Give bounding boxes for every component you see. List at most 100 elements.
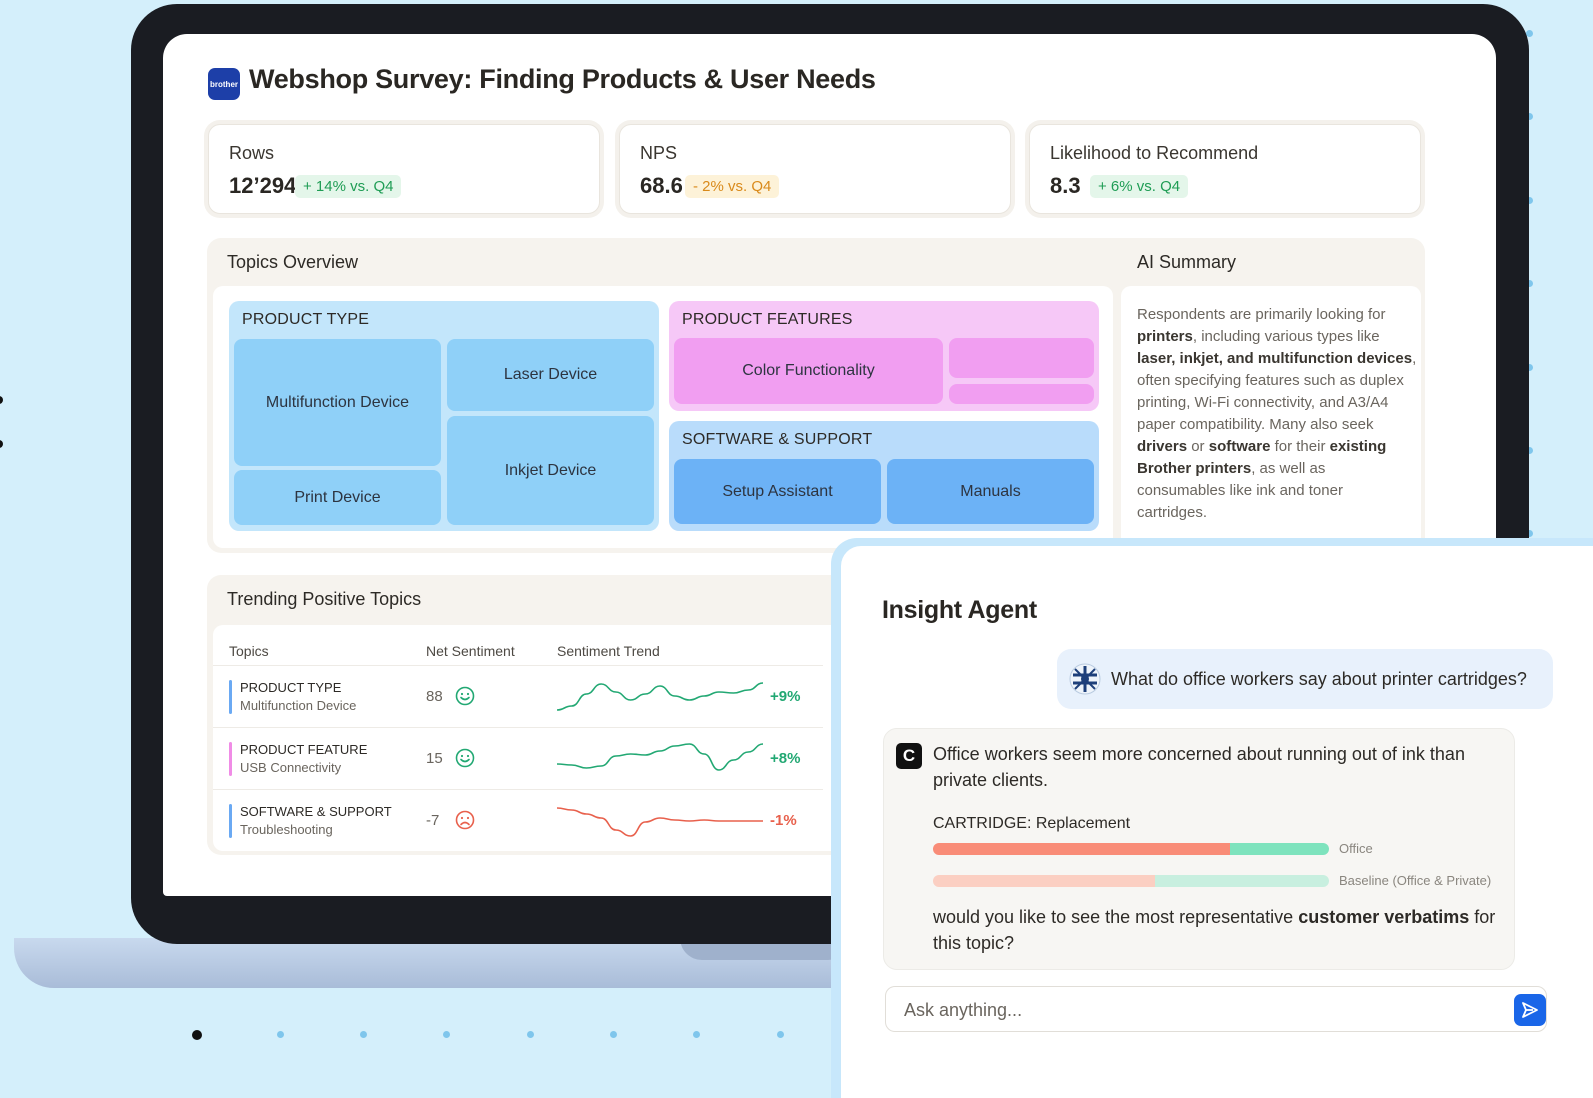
sparkline bbox=[556, 807, 763, 837]
bar-label-office: Office bbox=[1339, 841, 1373, 856]
tile-setup-assistant[interactable]: Setup Assistant bbox=[674, 459, 881, 524]
row-topic: Multifunction Device bbox=[240, 698, 357, 713]
category-color-bar bbox=[229, 680, 232, 714]
kpi-label: NPS bbox=[640, 143, 678, 163]
kpi-value: 12’294 bbox=[229, 173, 297, 198]
row-category: PRODUCT FEATURE bbox=[240, 742, 368, 757]
send-icon bbox=[1522, 1002, 1538, 1018]
ai-summary-title: AI Summary bbox=[1137, 252, 1237, 272]
kpi-value: 8.3 bbox=[1050, 173, 1081, 198]
tile-inkjet-device[interactable]: Inkjet Device bbox=[447, 416, 654, 525]
row-category: PRODUCT TYPE bbox=[240, 680, 342, 695]
row-trend-delta: +9% bbox=[770, 688, 801, 705]
baseline-comparison-bar bbox=[933, 875, 1329, 887]
followup-text: would you like to see the most represent… bbox=[933, 907, 1299, 927]
tile-feature-unlabeled[interactable] bbox=[949, 384, 1094, 404]
column-header-sentiment-trend: Sentiment Trend bbox=[557, 643, 660, 659]
column-header-net-sentiment: Net Sentiment bbox=[426, 643, 515, 659]
bar-segment-negative bbox=[933, 843, 1230, 855]
insight-agent-panel: Insight Agent What do office workers say… bbox=[831, 538, 1593, 1098]
row-net-sentiment: -7 bbox=[426, 812, 440, 829]
sparkline bbox=[556, 743, 764, 771]
agent-reply-card: C Office workers seem more concerned abo… bbox=[883, 728, 1515, 970]
breakdown-label: CARTRIDGE: Replacement bbox=[933, 815, 1131, 832]
office-comparison-bar bbox=[933, 843, 1329, 855]
kpi-delta-badge: + 6% vs. Q4 bbox=[1090, 175, 1189, 198]
agent-title: Insight Agent bbox=[882, 596, 1037, 624]
ai-summary-card: Respondents are primarily looking for pr… bbox=[1121, 286, 1421, 548]
kpi-card-rows[interactable]: Rows 12’294 + 14% vs. Q4 bbox=[208, 124, 600, 214]
category-color-bar bbox=[229, 742, 232, 776]
ai-summary-text: Respondents are primarily looking for pr… bbox=[1137, 304, 1417, 524]
smiley-icon bbox=[455, 686, 475, 706]
group-software-support: SOFTWARE & SUPPORT Setup Assistant Manua… bbox=[669, 421, 1099, 531]
bar-segment-negative bbox=[933, 875, 1155, 887]
table-row[interactable]: PRODUCT TYPE Multifunction Device 88 +9% bbox=[213, 665, 823, 728]
summary-bold: software bbox=[1208, 438, 1271, 455]
brand-logo: brother bbox=[208, 68, 240, 100]
summary-bold: drivers bbox=[1137, 438, 1188, 455]
row-topic: Troubleshooting bbox=[240, 822, 333, 837]
trending-topics-table: Topics Net Sentiment Sentiment Trend PRO… bbox=[213, 625, 903, 851]
group-product-type: PRODUCT TYPE Multifunction Device Laser … bbox=[229, 301, 659, 531]
group-product-features: PRODUCT FEATURES Color Functionality bbox=[669, 301, 1099, 411]
user-message-text: What do office workers say about printer… bbox=[1111, 669, 1527, 689]
tile-color-functionality[interactable]: Color Functionality bbox=[674, 338, 943, 404]
tile-manuals[interactable]: Manuals bbox=[887, 459, 1094, 524]
agent-logo-icon: C bbox=[896, 743, 922, 769]
summary-text: or bbox=[1187, 438, 1209, 455]
sparkline-path bbox=[556, 682, 764, 711]
smiley-icon bbox=[455, 748, 475, 768]
insight-agent-body: Insight Agent What do office workers say… bbox=[841, 546, 1593, 1098]
summary-bold: laser, inkjet, and multifunction devices bbox=[1137, 350, 1413, 367]
frown-icon bbox=[455, 810, 475, 830]
summary-text: , including various types like bbox=[1192, 328, 1380, 345]
agent-followup-text: would you like to see the most represent… bbox=[933, 904, 1503, 956]
tile-feature-unlabeled[interactable] bbox=[949, 338, 1094, 378]
sparkline-path bbox=[556, 807, 763, 837]
table-row[interactable]: PRODUCT FEATURE USB Connectivity 15 +8% bbox=[213, 727, 823, 790]
ask-input[interactable] bbox=[902, 996, 1496, 1024]
category-color-bar bbox=[229, 804, 232, 838]
column-header-topics: Topics bbox=[229, 643, 269, 659]
summary-text: Respondents are primarily looking for bbox=[1137, 306, 1386, 323]
row-topic: USB Connectivity bbox=[240, 760, 342, 775]
table-row[interactable]: SOFTWARE & SUPPORT Troubleshooting -7 -1… bbox=[213, 789, 823, 852]
row-trend-delta: +8% bbox=[770, 750, 801, 767]
row-net-sentiment: 15 bbox=[426, 750, 443, 767]
tile-multifunction-device[interactable]: Multifunction Device bbox=[234, 339, 441, 466]
bar-segment-positive bbox=[1230, 843, 1329, 855]
kpi-label: Rows bbox=[229, 143, 275, 163]
topics-treemap: PRODUCT TYPE Multifunction Device Laser … bbox=[213, 286, 1113, 548]
tile-print-device[interactable]: Print Device bbox=[234, 470, 441, 525]
kpi-card-likelihood[interactable]: Likelihood to Recommend 8.3 + 6% vs. Q4 bbox=[1029, 124, 1421, 214]
bar-label-baseline: Baseline (Office & Private) bbox=[1339, 873, 1492, 888]
summary-bold: printers bbox=[1137, 328, 1193, 345]
user-message-bubble: What do office workers say about printer… bbox=[1057, 649, 1553, 709]
kpi-label: Likelihood to Recommend bbox=[1050, 143, 1259, 163]
summary-text: for their bbox=[1270, 438, 1330, 455]
kpi-delta-badge: - 2% vs. Q4 bbox=[685, 175, 780, 198]
trending-topics-panel: Trending Positive Topics Topics Net Sent… bbox=[207, 575, 907, 855]
group-label: SOFTWARE & SUPPORT bbox=[682, 431, 873, 448]
sparkline-path bbox=[556, 743, 764, 771]
user-avatar-icon bbox=[1069, 663, 1101, 695]
group-label: PRODUCT TYPE bbox=[242, 311, 370, 328]
row-net-sentiment: 88 bbox=[426, 688, 443, 705]
followup-bold: customer verbatims bbox=[1298, 907, 1470, 927]
trending-topics-title: Trending Positive Topics bbox=[227, 589, 422, 609]
page-title: Webshop Survey: Finding Products & User … bbox=[249, 64, 876, 94]
topics-overview-title: Topics Overview bbox=[227, 252, 359, 272]
row-trend-delta: -1% bbox=[770, 812, 797, 829]
row-category: SOFTWARE & SUPPORT bbox=[240, 804, 392, 819]
kpi-card-nps[interactable]: NPS 68.6 - 2% vs. Q4 bbox=[619, 124, 1011, 214]
agent-reply-text: Office workers seem more concerned about… bbox=[933, 744, 1465, 790]
send-button[interactable] bbox=[1514, 994, 1546, 1026]
tile-laser-device[interactable]: Laser Device bbox=[447, 339, 654, 411]
bar-segment-positive bbox=[1154, 875, 1329, 887]
ask-box bbox=[885, 986, 1547, 1032]
sparkline bbox=[556, 682, 764, 711]
topics-overview-panel: Topics Overview AI Summary PRODUCT TYPE … bbox=[207, 238, 1425, 553]
kpi-delta-badge: + 14% vs. Q4 bbox=[295, 175, 402, 198]
kpi-value: 68.6 bbox=[640, 173, 683, 198]
